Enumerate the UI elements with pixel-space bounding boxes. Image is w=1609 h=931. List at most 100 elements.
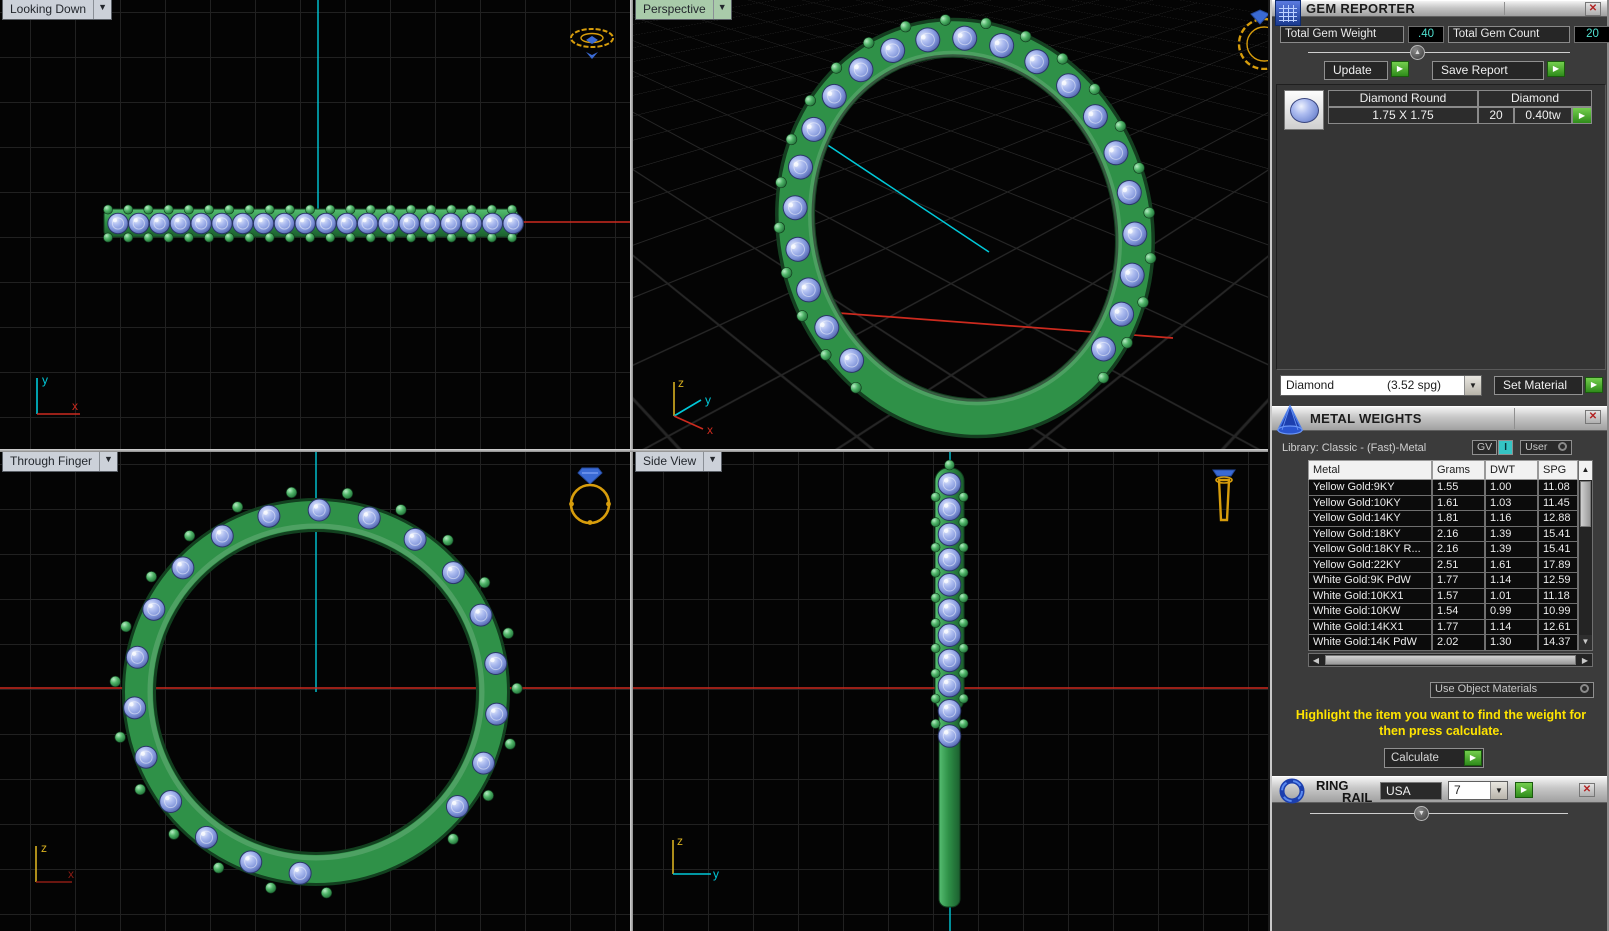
viewport-perspective[interactable]: z y x Perspective ▼: [633, 0, 1268, 449]
metal-row[interactable]: White Gold:9K PdW 1.77 1.14 12.59: [1308, 573, 1578, 589]
scroll-up-icon[interactable]: ▲: [1579, 461, 1592, 480]
metal-cell-metal: Yellow Gold:18KY: [1308, 526, 1432, 542]
use-object-materials-label: Use Object Materials: [1435, 683, 1538, 695]
scroll-right-icon[interactable]: ▶: [1578, 656, 1592, 665]
gem-reporter-close-button[interactable]: ✕: [1585, 2, 1601, 16]
metal-cell-grams: 1.55: [1432, 480, 1485, 496]
calculate-run-button[interactable]: ▶: [1464, 750, 1482, 766]
viewport-tab-through-finger[interactable]: Through Finger ▼: [2, 452, 118, 472]
viewport-divider-horizontal[interactable]: [0, 449, 1268, 452]
save-report-run-button[interactable]: ▶: [1547, 61, 1565, 77]
table-horizontal-scrollbar[interactable]: ◀ ▶: [1308, 653, 1593, 667]
user-toggle[interactable]: User: [1520, 440, 1573, 455]
chevron-down-icon[interactable]: ▼: [93, 0, 111, 19]
axis-gnomon: z y: [672, 834, 719, 881]
update-run-button[interactable]: ▶: [1391, 61, 1409, 77]
metal-cell-spg: 11.45: [1538, 495, 1578, 511]
viewport-through-finger[interactable]: z x Through Finger ▼: [0, 452, 630, 931]
viewport-looking-down[interactable]: y x Looking Down ▼: [0, 0, 630, 449]
viewport-side-view[interactable]: z y Side View ▼: [633, 452, 1268, 931]
close-icon: ✕: [1588, 3, 1598, 14]
viewport-tab-side-view[interactable]: Side View ▼: [635, 452, 723, 472]
metal-cell-dwt: 1.03: [1485, 495, 1538, 511]
set-material-button[interactable]: Set Material: [1494, 376, 1583, 395]
metal-cell-grams: 1.54: [1432, 604, 1485, 620]
material-selected-name: Diamond: [1286, 378, 1335, 392]
gv-toggle[interactable]: GV: [1472, 440, 1498, 455]
viewport-divider-vertical[interactable]: [630, 0, 633, 931]
col-spg[interactable]: SPG: [1538, 460, 1578, 480]
metal-row[interactable]: Yellow Gold:22KY 2.51 1.61 17.89: [1308, 557, 1578, 573]
ring-rail-run-button[interactable]: ▶: [1515, 782, 1533, 798]
viewport-tab-perspective[interactable]: Perspective ▼: [635, 0, 732, 20]
metal-row[interactable]: Yellow Gold:18KY R... 2.16 1.39 15.41: [1308, 542, 1578, 558]
table-vertical-scrollbar[interactable]: ▲ ▼: [1578, 460, 1593, 651]
gv-indicator[interactable]: I: [1498, 440, 1514, 455]
gem-reporter-titlebar[interactable]: GEM REPORTER: [1272, 0, 1607, 17]
metal-cell-spg: 15.41: [1538, 542, 1578, 558]
chevron-down-icon[interactable]: ▼: [1490, 782, 1507, 799]
metal-cell-dwt: 1.39: [1485, 526, 1538, 542]
gem-row[interactable]: Diamond Round Diamond 1.75 X 1.75 20 0.4…: [1328, 90, 1592, 124]
gem-thumbnail[interactable]: [1284, 90, 1324, 130]
metal-row[interactable]: White Gold:10KW 1.54 0.99 10.99: [1308, 604, 1578, 620]
chevron-down-icon[interactable]: ▼: [1464, 376, 1481, 395]
metal-cell-metal: Yellow Gold:18KY R...: [1308, 542, 1432, 558]
gem-count-cell: 20: [1478, 107, 1514, 124]
metal-cell-dwt: 1.30: [1485, 635, 1538, 651]
calculate-button[interactable]: Calculate ▶: [1384, 748, 1484, 768]
scroll-left-icon[interactable]: ◀: [1309, 656, 1323, 665]
play-icon: ▶: [1469, 753, 1477, 762]
chevron-down-icon[interactable]: ▼: [712, 0, 731, 19]
ring-size-select[interactable]: 7 ▼: [1448, 781, 1508, 800]
hscroll-thumb[interactable]: [1325, 655, 1576, 665]
metal-cell-spg: 12.61: [1538, 619, 1578, 635]
col-dwt[interactable]: DWT: [1485, 460, 1538, 480]
vscroll-thumb[interactable]: [1580, 481, 1591, 527]
metal-weights-rows: Yellow Gold:9KY 1.55 1.00 11.08 Yellow Gold:…: [1308, 480, 1578, 651]
panel-splitter-track[interactable]: [1308, 52, 1570, 53]
ring-standard-field[interactable]: USA: [1380, 782, 1442, 800]
calculate-instruction: Highlight the item you want to find the …: [1295, 708, 1587, 738]
set-material-run-button[interactable]: ▶: [1585, 377, 1603, 393]
gem-weight-cell: 0.40tw: [1514, 107, 1572, 124]
metal-cell-spg: 17.89: [1538, 557, 1578, 573]
metal-row[interactable]: Yellow Gold:18KY 2.16 1.39 15.41: [1308, 526, 1578, 542]
material-select[interactable]: Diamond (3.52 spg) ▼: [1280, 375, 1482, 396]
save-report-button[interactable]: Save Report: [1432, 61, 1544, 80]
metal-row[interactable]: White Gold:14K PdW 2.02 1.30 14.37: [1308, 635, 1578, 651]
side-panel: GEM REPORTER ✕ Total Gem Weight .40 Tota…: [1270, 0, 1609, 931]
scroll-down-icon[interactable]: ▼: [1579, 635, 1592, 650]
metal-row[interactable]: Yellow Gold:9KY 1.55 1.00 11.08: [1308, 480, 1578, 496]
radio-icon: [1580, 684, 1589, 693]
metal-row[interactable]: White Gold:10KX1 1.57 1.01 11.18: [1308, 588, 1578, 604]
gem-list-region: [1276, 84, 1606, 370]
metal-cell-dwt: 1.00: [1485, 480, 1538, 496]
metal-row[interactable]: White Gold:14KX1 1.77 1.14 12.61: [1308, 619, 1578, 635]
jewelry-cad-window: y x Looking Down ▼ z y x Perspective ▼ z…: [0, 0, 1609, 931]
ring-rail-slider-knob[interactable]: ▼: [1414, 806, 1429, 821]
ring-rail-slider-track[interactable]: [1310, 813, 1568, 814]
material-selected-spg: (3.52 spg): [1386, 378, 1441, 392]
use-object-materials-button[interactable]: Use Object Materials: [1430, 682, 1594, 698]
gem-reporter-icon: [1275, 0, 1301, 26]
gem-shape-cell: Diamond Round: [1328, 90, 1478, 107]
ring-front-view: [0, 452, 630, 899]
update-button[interactable]: Update: [1324, 61, 1388, 80]
gem-stone-icon: [1290, 98, 1319, 123]
metal-weights-close-button[interactable]: ✕: [1585, 410, 1601, 424]
panel-splitter-knob[interactable]: ▲: [1410, 45, 1425, 60]
chevron-down-icon[interactable]: ▼: [703, 452, 721, 471]
chevron-down-icon[interactable]: ▼: [99, 452, 117, 471]
metal-row[interactable]: Yellow Gold:10KY 1.61 1.03 11.45: [1308, 495, 1578, 511]
gem-row-run-button[interactable]: ▶: [1572, 107, 1592, 124]
metal-row[interactable]: Yellow Gold:14KY 1.81 1.16 12.88: [1308, 511, 1578, 527]
viewport-tab-label: Through Finger: [10, 454, 93, 468]
svg-text:x: x: [72, 399, 78, 413]
metal-weights-titlebar[interactable]: METAL WEIGHTS: [1272, 406, 1607, 431]
ring-rail-close-button[interactable]: ✕: [1579, 783, 1595, 797]
col-metal[interactable]: Metal: [1308, 460, 1432, 480]
viewport-tab-looking-down[interactable]: Looking Down ▼: [2, 0, 112, 20]
col-grams[interactable]: Grams: [1432, 460, 1485, 480]
ring-orientation-icon: [569, 467, 611, 525]
